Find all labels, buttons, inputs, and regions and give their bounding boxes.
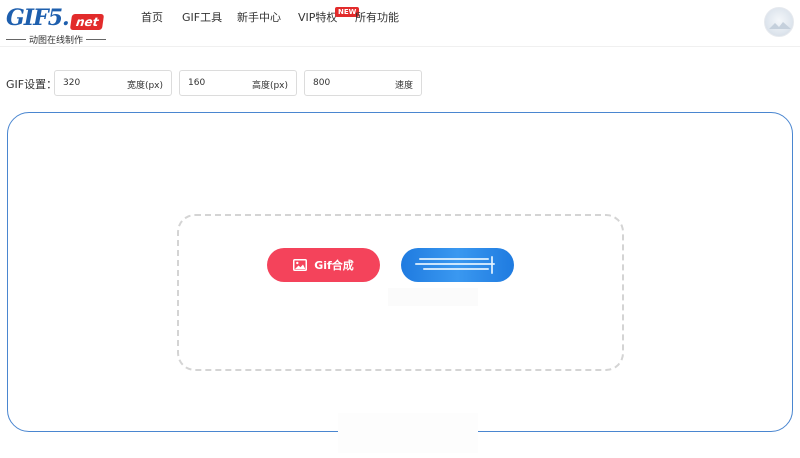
width-field[interactable]: 宽度(px) — [54, 70, 172, 96]
width-input[interactable] — [63, 71, 123, 95]
site-header: GIF5. net 动图在线制作 首页 GIF工具 新手中心 VIP特权 NEW… — [0, 0, 800, 47]
speed-field[interactable]: 速度 — [304, 70, 422, 96]
gif-compose-label: Gif合成 — [314, 259, 354, 272]
logo-tagline: 动图在线制作 — [29, 36, 84, 46]
logo-text: GIF5. — [6, 5, 70, 31]
site-logo[interactable]: GIF5. net 动图在线制作 — [6, 5, 107, 46]
tagline-divider-right — [86, 39, 107, 40]
speed-input[interactable] — [313, 71, 373, 95]
nav-beginner-center[interactable]: 新手中心 — [237, 11, 281, 25]
gif-settings-label: GIF设置： — [6, 78, 58, 91]
height-input[interactable] — [188, 71, 248, 95]
height-field[interactable]: 高度(px) — [179, 70, 297, 96]
upload-button-streak — [423, 268, 489, 270]
upload-button-streak — [419, 258, 489, 260]
upload-button-streak — [491, 256, 493, 274]
tagline-divider-left — [6, 39, 26, 40]
logo-mark: GIF5. net — [6, 5, 105, 31]
image-icon — [293, 259, 308, 271]
height-unit-label: 高度(px) — [251, 81, 288, 91]
gif-compose-button[interactable]: Gif合成 — [267, 248, 380, 282]
nav-vip[interactable]: VIP特权 — [298, 11, 337, 25]
logo-tagline-row: 动图在线制作 — [6, 33, 107, 46]
upload-button[interactable] — [401, 248, 514, 282]
logo-badge: net — [69, 14, 105, 30]
faint-placeholder-bottom — [338, 413, 478, 453]
upload-button-streak — [415, 263, 495, 265]
user-avatar[interactable] — [764, 7, 794, 37]
nav-home[interactable]: 首页 — [141, 11, 163, 25]
gif-workarea: Gif合成 — [7, 112, 793, 453]
nav-all-features[interactable]: 所有功能 — [355, 11, 399, 25]
speed-unit-label: 速度 — [394, 81, 413, 91]
nav-gif-tools[interactable]: GIF工具 — [182, 11, 222, 25]
upload-dropzone[interactable]: Gif合成 — [177, 214, 624, 371]
width-unit-label: 宽度(px) — [126, 81, 163, 91]
avatar-placeholder-icon — [769, 22, 791, 29]
